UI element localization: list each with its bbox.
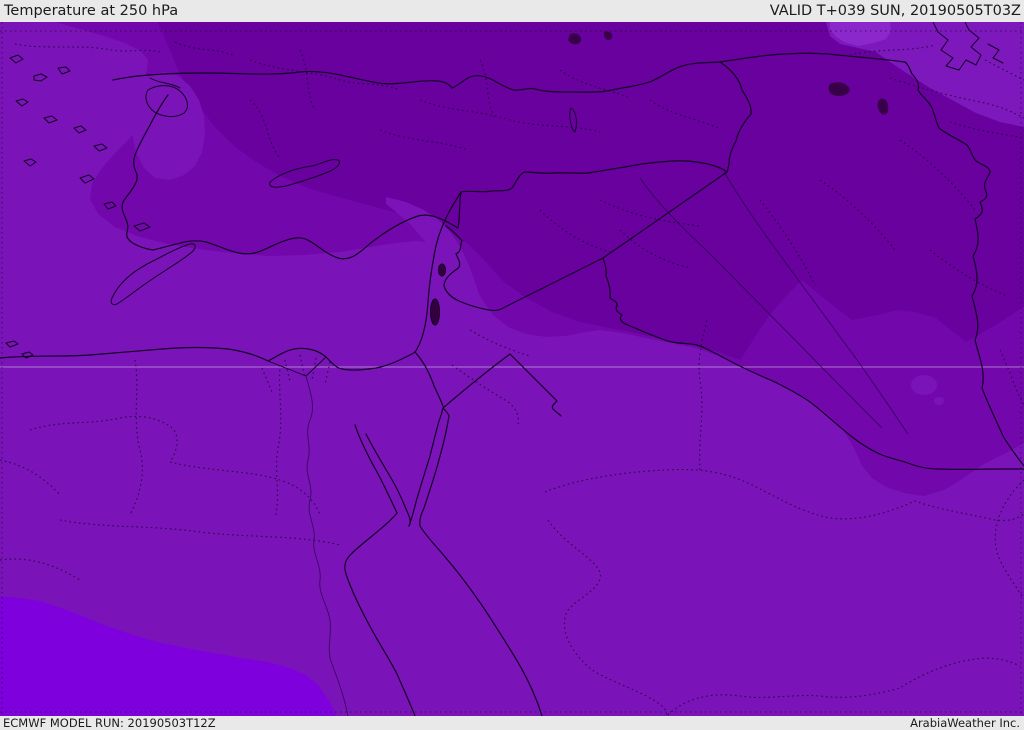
warm-dot-saudi (911, 375, 937, 395)
dead-sea (430, 298, 440, 326)
valid-time-label: VALID T+039 SUN, 20190505T03Z (769, 3, 1021, 19)
warm-dot-saudi-small (934, 397, 944, 405)
header-bar: Temperature at 250 hPa VALID T+039 SUN, … (0, 0, 1024, 22)
footer-bar: ECMWF MODEL RUN: 20190503T12Z ArabiaWeat… (0, 715, 1024, 730)
page-title: Temperature at 250 hPa (4, 3, 179, 19)
model-run-label: ECMWF MODEL RUN: 20190503T12Z (3, 715, 216, 730)
credit-label: ArabiaWeather Inc. (910, 715, 1020, 730)
weather-map (0, 22, 1024, 716)
sea-of-galilee (438, 263, 446, 277)
